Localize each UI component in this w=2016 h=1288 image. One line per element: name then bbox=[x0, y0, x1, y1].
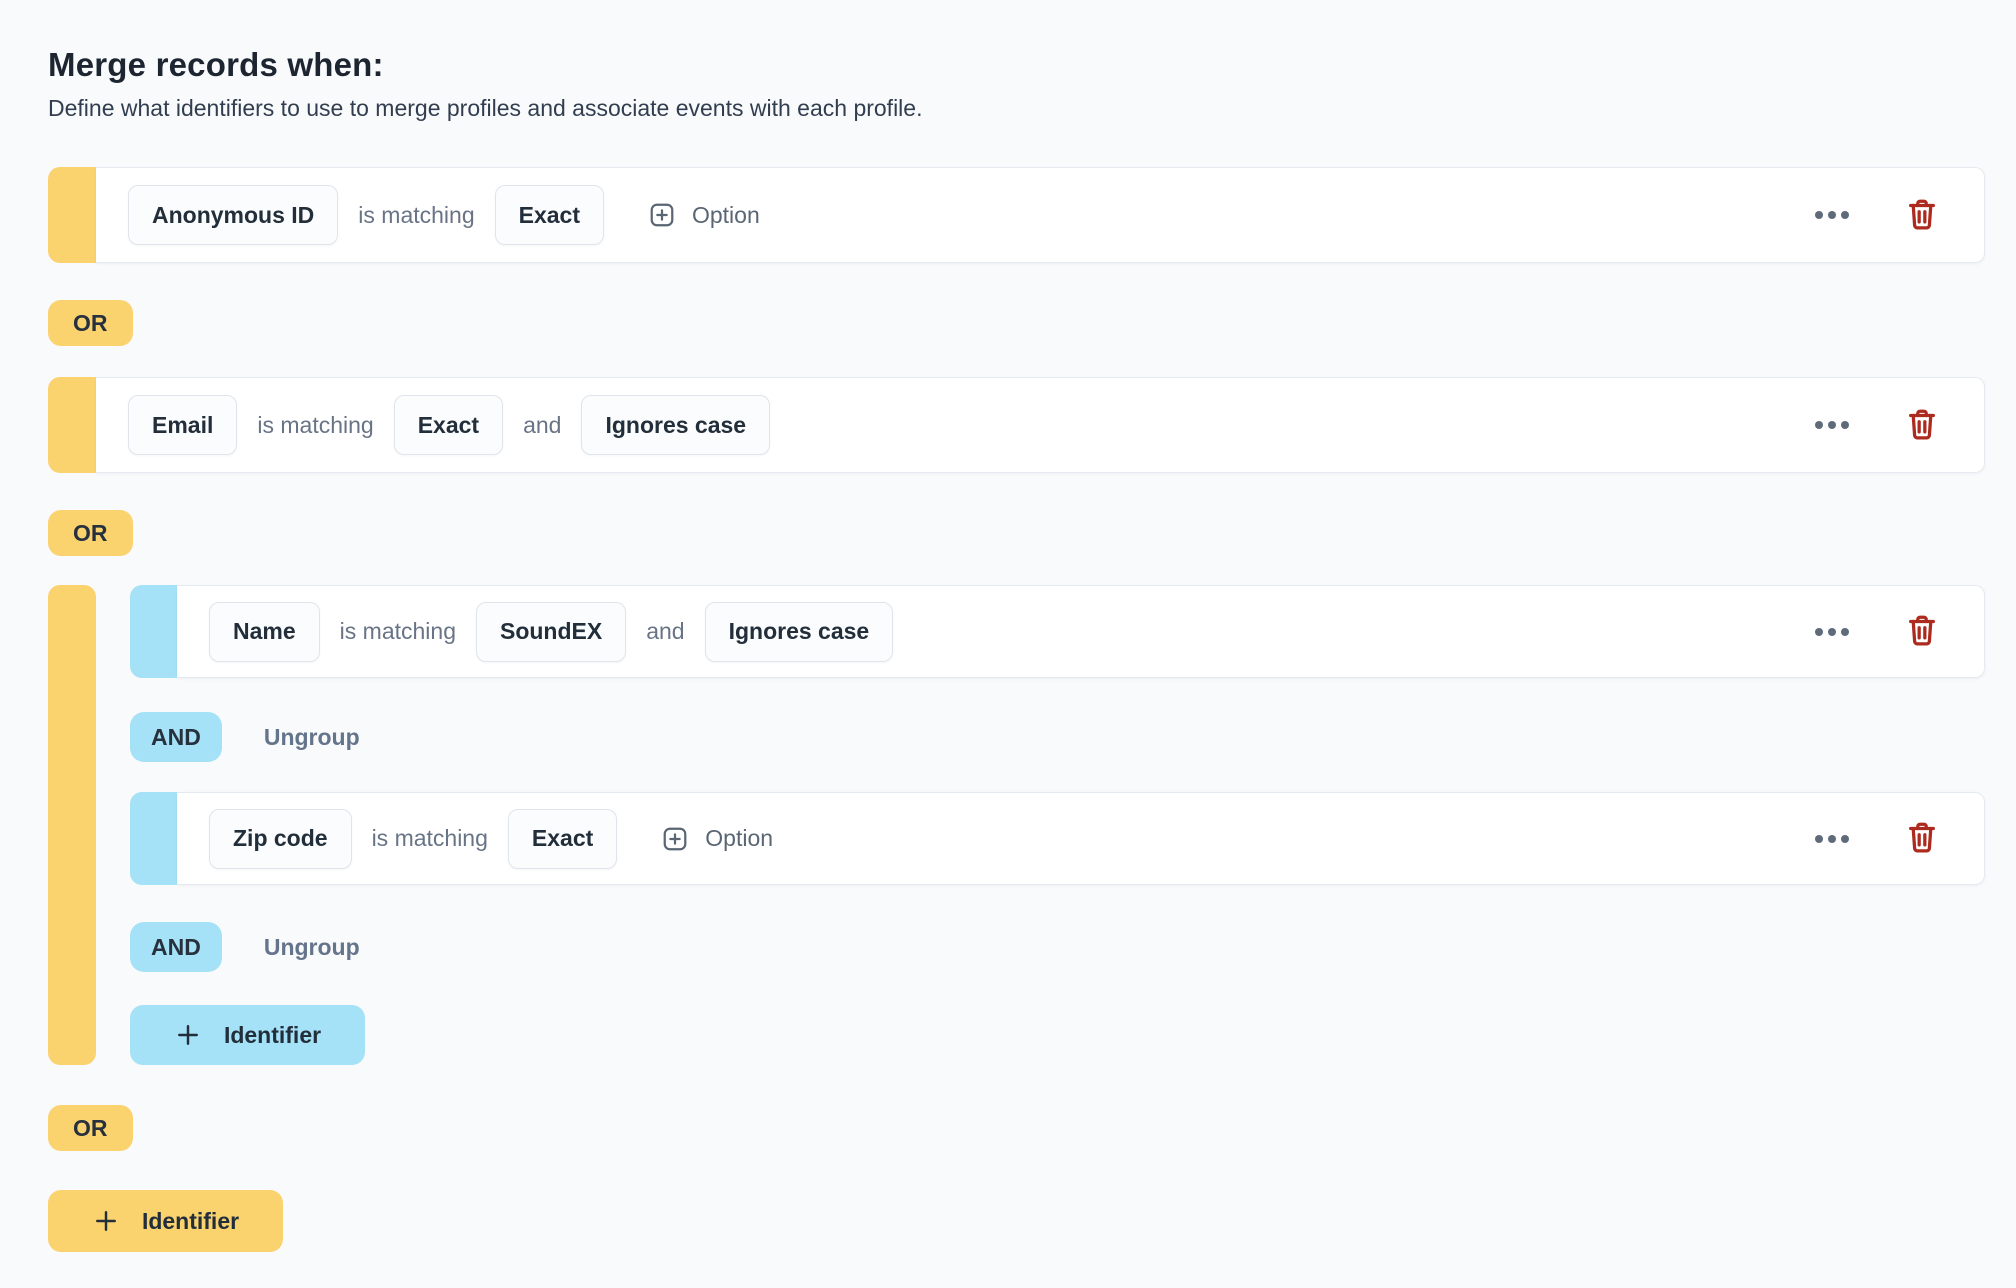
row-actions bbox=[1809, 407, 1939, 444]
rule-accent-tab bbox=[130, 585, 177, 678]
group-accent-bar bbox=[48, 585, 96, 1065]
and-connector-badge[interactable]: AND bbox=[130, 712, 222, 762]
rule-card: Email is matching Exact and Ignores case bbox=[96, 377, 1985, 473]
add-option-button[interactable]: Option bbox=[655, 824, 779, 854]
trash-icon bbox=[1905, 613, 1939, 650]
rule-accent-tab bbox=[48, 167, 96, 263]
ungroup-button[interactable]: Ungroup bbox=[258, 723, 366, 752]
trash-icon bbox=[1905, 197, 1939, 234]
group-content: Name is matching SoundEX and Ignores cas… bbox=[96, 585, 1985, 1065]
connector-line: AND Ungroup bbox=[130, 922, 1985, 972]
identifier-select[interactable]: Zip code bbox=[209, 809, 352, 869]
rule-card: Anonymous ID is matching Exact Option bbox=[96, 167, 1985, 263]
more-options-button[interactable] bbox=[1809, 622, 1855, 642]
plus-icon bbox=[174, 1021, 202, 1049]
rule-row-anonymous-id: Anonymous ID is matching Exact Option bbox=[48, 167, 1985, 263]
page-title: Merge records when: bbox=[48, 44, 1985, 85]
page-subtitle: Define what identifiers to use to merge … bbox=[48, 93, 1985, 123]
connector-line: OR bbox=[48, 300, 1985, 346]
is-matching-label: is matching bbox=[372, 825, 488, 852]
delete-rule-button[interactable] bbox=[1905, 613, 1939, 650]
add-identifier-button-group[interactable]: Identifier bbox=[130, 1005, 365, 1065]
is-matching-label: is matching bbox=[340, 618, 456, 645]
trash-icon bbox=[1905, 407, 1939, 444]
more-options-button[interactable] bbox=[1809, 205, 1855, 225]
match-option-select[interactable]: Ignores case bbox=[581, 395, 770, 455]
algorithm-select[interactable]: Exact bbox=[495, 185, 604, 245]
or-connector-badge[interactable]: OR bbox=[48, 510, 133, 556]
plus-square-icon bbox=[648, 201, 676, 229]
add-identifier-button[interactable]: Identifier bbox=[48, 1190, 283, 1252]
add-identifier-label: Identifier bbox=[142, 1208, 239, 1235]
rule-card: Name is matching SoundEX and Ignores cas… bbox=[177, 585, 1985, 678]
rule-row-zip-code: Zip code is matching Exact Option bbox=[130, 792, 1985, 885]
algorithm-select[interactable]: Exact bbox=[394, 395, 503, 455]
identifier-select[interactable]: Name bbox=[209, 602, 320, 662]
add-option-label: Option bbox=[692, 202, 760, 229]
plus-icon bbox=[92, 1207, 120, 1235]
connector-line: OR bbox=[48, 1105, 1985, 1151]
or-connector-badge[interactable]: OR bbox=[48, 1105, 133, 1151]
trash-icon bbox=[1905, 820, 1939, 857]
is-matching-label: is matching bbox=[358, 202, 474, 229]
ungroup-button[interactable]: Ungroup bbox=[258, 933, 366, 962]
merge-rules-panel: Merge records when: Define what identifi… bbox=[0, 0, 2016, 1288]
delete-rule-button[interactable] bbox=[1905, 197, 1939, 234]
is-matching-label: is matching bbox=[257, 412, 373, 439]
rule-card: Zip code is matching Exact Option bbox=[177, 792, 1985, 885]
more-options-button[interactable] bbox=[1809, 829, 1855, 849]
identifier-select[interactable]: Email bbox=[128, 395, 237, 455]
connector-line: AND Ungroup bbox=[130, 712, 1985, 762]
add-option-button[interactable]: Option bbox=[642, 200, 766, 230]
row-actions bbox=[1809, 820, 1939, 857]
rule-accent-tab bbox=[130, 792, 177, 885]
more-options-button[interactable] bbox=[1809, 415, 1855, 435]
match-option-select[interactable]: Ignores case bbox=[705, 602, 894, 662]
add-option-label: Option bbox=[705, 825, 773, 852]
delete-rule-button[interactable] bbox=[1905, 407, 1939, 444]
rule-group: Name is matching SoundEX and Ignores cas… bbox=[48, 585, 1985, 1065]
rule-row-name: Name is matching SoundEX and Ignores cas… bbox=[130, 585, 1985, 678]
algorithm-select[interactable]: SoundEX bbox=[476, 602, 626, 662]
or-connector-badge[interactable]: OR bbox=[48, 300, 133, 346]
row-actions bbox=[1809, 197, 1939, 234]
rule-row-email: Email is matching Exact and Ignores case bbox=[48, 377, 1985, 473]
identifier-select[interactable]: Anonymous ID bbox=[128, 185, 338, 245]
rule-accent-tab bbox=[48, 377, 96, 473]
and-label: and bbox=[523, 412, 561, 439]
algorithm-select[interactable]: Exact bbox=[508, 809, 617, 869]
and-connector-badge[interactable]: AND bbox=[130, 922, 222, 972]
plus-square-icon bbox=[661, 825, 689, 853]
and-label: and bbox=[646, 618, 684, 645]
connector-line: OR bbox=[48, 510, 1985, 556]
delete-rule-button[interactable] bbox=[1905, 820, 1939, 857]
add-identifier-label: Identifier bbox=[224, 1022, 321, 1049]
row-actions bbox=[1809, 613, 1939, 650]
